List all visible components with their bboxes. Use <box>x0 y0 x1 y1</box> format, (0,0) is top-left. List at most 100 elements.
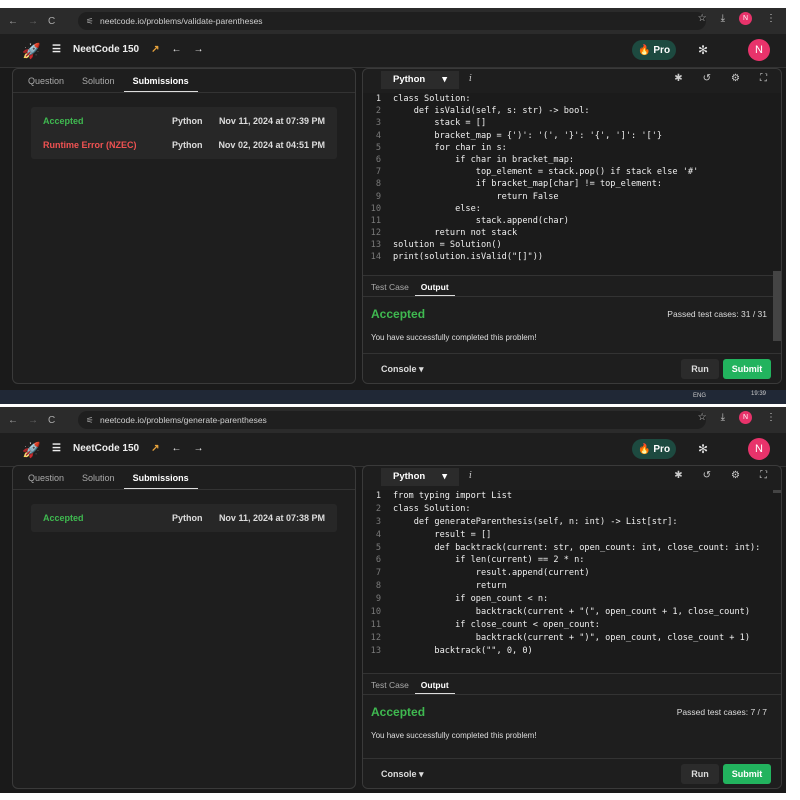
user-avatar[interactable]: N <box>748 39 770 61</box>
code-line[interactable]: 4 bracket_map = {')': '(', '}': '{', ']'… <box>363 130 781 142</box>
code-line[interactable]: 10 else: <box>363 203 781 215</box>
prev-problem-icon[interactable]: ← <box>172 44 182 55</box>
tab-submissions[interactable]: Submissions <box>123 69 198 92</box>
code-line[interactable]: 8 if bracket_map[char] != top_element: <box>363 178 781 190</box>
tab-question[interactable]: Question <box>19 466 73 489</box>
rocket-logo-icon[interactable]: 🚀 <box>22 441 41 459</box>
code-line[interactable]: 10 backtrack(current + "(", open_count +… <box>363 606 781 619</box>
submit-button[interactable]: Submit <box>723 764 771 784</box>
reset-icon[interactable]: ↺ <box>703 73 711 84</box>
console-toggle[interactable]: Console ▾ <box>381 364 424 375</box>
tab-solution[interactable]: Solution <box>73 69 124 92</box>
code-line[interactable]: 6 if len(current) == 2 * n: <box>363 554 781 567</box>
bookmark-star-icon[interactable]: ☆ <box>698 412 707 423</box>
language-select[interactable]: Python ▾ <box>381 71 459 89</box>
tab-solution[interactable]: Solution <box>73 466 124 489</box>
tab-submissions[interactable]: Submissions <box>123 466 198 489</box>
user-avatar[interactable]: N <box>748 438 770 460</box>
code-line[interactable]: 14 print(solution.isValid("[]")) <box>363 251 781 263</box>
fullscreen-icon[interactable]: ⛶ <box>760 73 767 84</box>
forward-icon[interactable]: → <box>28 16 38 27</box>
site-settings-icon[interactable]: ⚟ <box>86 16 94 27</box>
rocket-logo-icon[interactable]: 🚀 <box>22 42 41 60</box>
problem-list-title[interactable]: NeetCode 150 <box>73 443 139 454</box>
submission-row[interactable]: Accepted Python Nov 11, 2024 at 07:39 PM <box>31 109 337 133</box>
next-problem-icon[interactable]: → <box>194 443 204 454</box>
code-line[interactable]: 9 return False <box>363 191 781 203</box>
forward-icon[interactable]: → <box>28 415 38 426</box>
code-line[interactable]: 13 backtrack("", 0, 0) <box>363 645 781 658</box>
code-line[interactable]: 12 return not stack <box>363 227 781 239</box>
run-button[interactable]: Run <box>681 764 719 784</box>
code-text: class Solution: <box>393 503 471 514</box>
pro-button[interactable]: 🔥 Pro <box>632 439 676 459</box>
debug-bug-icon[interactable]: ✱ <box>674 73 682 84</box>
settings-gear-icon[interactable]: ✻ <box>698 442 708 456</box>
menu-kebab-icon[interactable]: ⋮ <box>766 412 776 423</box>
download-icon[interactable]: ⤓ <box>721 13 725 24</box>
code-line[interactable]: 7 result.append(current) <box>363 567 781 580</box>
profile-avatar[interactable]: N <box>739 12 752 25</box>
editor-panel: Python ▾ i ✱ ↺ ⚙ ⛶ 1 class Solution: 2 def isV… <box>362 68 782 384</box>
code-line[interactable]: 4 result = [] <box>363 529 781 542</box>
code-line[interactable]: 2 class Solution: <box>363 503 781 516</box>
reset-icon[interactable]: ↺ <box>703 470 711 481</box>
address-bar[interactable]: ⚟ neetcode.io/problems/validate-parenthes… <box>78 12 706 30</box>
next-problem-icon[interactable]: → <box>194 44 204 55</box>
code-line[interactable]: 1 class Solution: <box>363 93 781 105</box>
code-line[interactable]: 2 def isValid(self, s: str) -> bool: <box>363 105 781 117</box>
code-editor[interactable]: 1 from typing import List 2 class Solution:… <box>363 490 781 673</box>
submission-row[interactable]: Accepted Python Nov 11, 2024 at 07:38 PM <box>31 506 337 530</box>
submission-row[interactable]: Runtime Error (NZEC) Python Nov 02, 2024 a… <box>31 133 337 157</box>
code-line[interactable]: 6 if char in bracket_map: <box>363 154 781 166</box>
site-settings-icon[interactable]: ⚟ <box>86 415 94 426</box>
fullscreen-icon[interactable]: ⛶ <box>760 470 767 481</box>
code-line[interactable]: 13 solution = Solution() <box>363 239 781 251</box>
pro-button[interactable]: 🔥 Pro <box>632 40 676 60</box>
code-line[interactable]: 11 if close_count < open_count: <box>363 619 781 632</box>
code-line[interactable]: 3 def generateParenthesis(self, n: int) … <box>363 516 781 529</box>
code-line[interactable]: 5 for char in s: <box>363 142 781 154</box>
run-button[interactable]: Run <box>681 359 719 379</box>
download-icon[interactable]: ⤓ <box>721 412 725 423</box>
profile-avatar[interactable]: N <box>739 411 752 424</box>
tab-output[interactable]: Output <box>414 276 455 296</box>
menu-kebab-icon[interactable]: ⋮ <box>766 13 776 24</box>
reload-icon[interactable]: C <box>48 415 55 426</box>
tab-test-case[interactable]: Test Case <box>365 674 415 694</box>
code-editor[interactable]: 1 class Solution: 2 def isValid(self, s: s… <box>363 93 781 341</box>
editor-scrollbar[interactable] <box>773 490 781 493</box>
code-line[interactable]: 7 top_element = stack.pop() if stack els… <box>363 166 781 178</box>
language-select[interactable]: Python ▾ <box>381 468 459 486</box>
left-panel: Question Solution Submissions Accepted Py… <box>12 465 356 789</box>
code-line[interactable]: 1 from typing import List <box>363 490 781 503</box>
tab-question[interactable]: Question <box>19 69 73 92</box>
tab-output[interactable]: Output <box>414 674 455 694</box>
bookmark-star-icon[interactable]: ☆ <box>698 13 707 24</box>
debug-bug-icon[interactable]: ✱ <box>674 470 682 481</box>
back-icon[interactable]: ← <box>8 415 18 426</box>
code-line[interactable]: 12 backtrack(current + ")", open_count, … <box>363 632 781 645</box>
code-line[interactable]: 5 def backtrack(current: str, open_count… <box>363 542 781 555</box>
back-icon[interactable]: ← <box>8 16 18 27</box>
tab-test-case[interactable]: Test Case <box>365 276 415 296</box>
external-link-icon[interactable]: ↗ <box>151 443 159 454</box>
address-bar[interactable]: ⚟ neetcode.io/problems/generate-parenthes… <box>78 411 706 429</box>
info-icon[interactable]: i <box>469 74 472 84</box>
line-number: 12 <box>370 632 381 643</box>
line-number: 5 <box>375 542 381 553</box>
code-line[interactable]: 11 stack.append(char) <box>363 215 781 227</box>
console-toggle[interactable]: Console ▾ <box>381 769 424 780</box>
reload-icon[interactable]: C <box>48 16 55 27</box>
settings-gear-icon[interactable]: ✻ <box>698 43 708 57</box>
external-link-icon[interactable]: ↗ <box>151 44 159 55</box>
submit-button[interactable]: Submit <box>723 359 771 379</box>
info-icon[interactable]: i <box>469 471 472 481</box>
code-line[interactable]: 8 return <box>363 580 781 593</box>
editor-settings-icon[interactable]: ⚙ <box>731 73 740 84</box>
prev-problem-icon[interactable]: ← <box>172 443 182 454</box>
editor-settings-icon[interactable]: ⚙ <box>731 470 740 481</box>
code-line[interactable]: 9 if open_count < n: <box>363 593 781 606</box>
problem-list-title[interactable]: NeetCode 150 <box>73 44 139 55</box>
code-line[interactable]: 3 stack = [] <box>363 117 781 129</box>
